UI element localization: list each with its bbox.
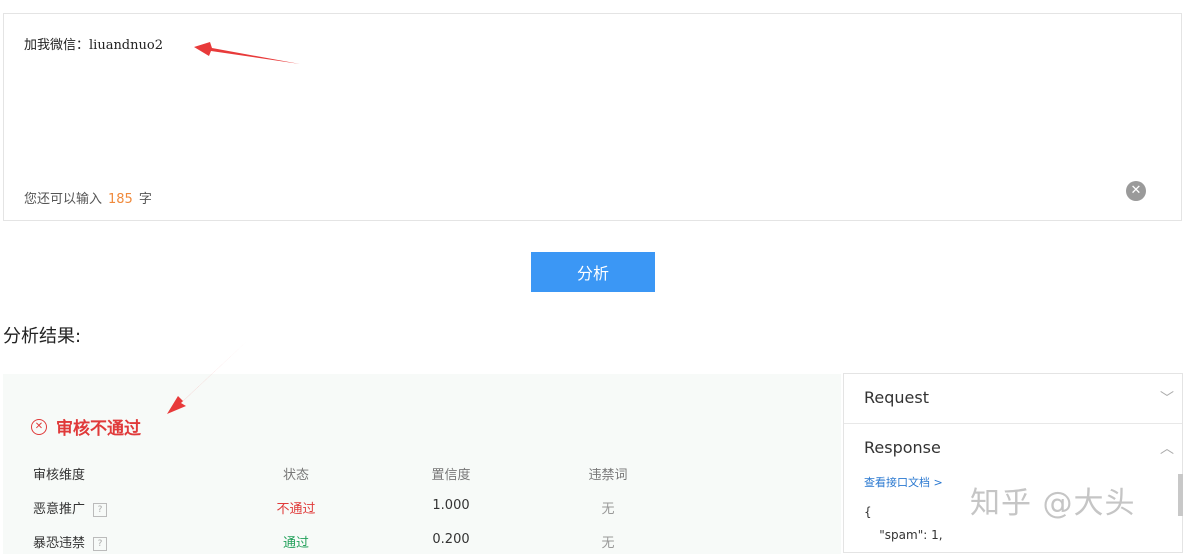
arrow-to-input	[194, 42, 300, 64]
arrow-to-verdict	[167, 342, 246, 414]
annotation-arrows	[167, 42, 300, 414]
